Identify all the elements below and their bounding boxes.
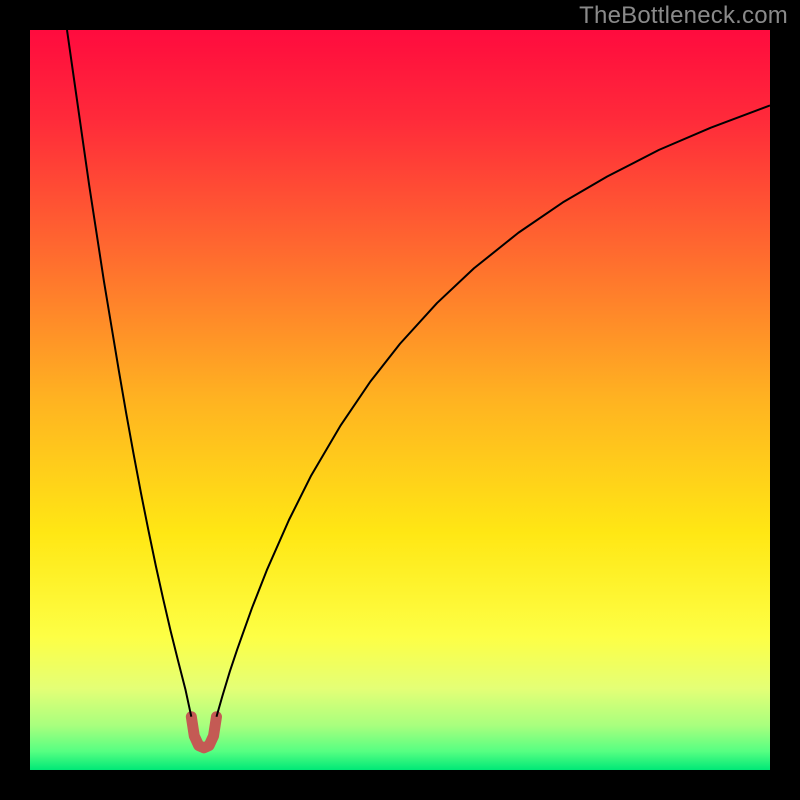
gradient-background: [30, 30, 770, 770]
chart-frame: TheBottleneck.com: [0, 0, 800, 800]
watermark-text: TheBottleneck.com: [579, 2, 788, 30]
bottleneck-plot: [30, 30, 770, 770]
